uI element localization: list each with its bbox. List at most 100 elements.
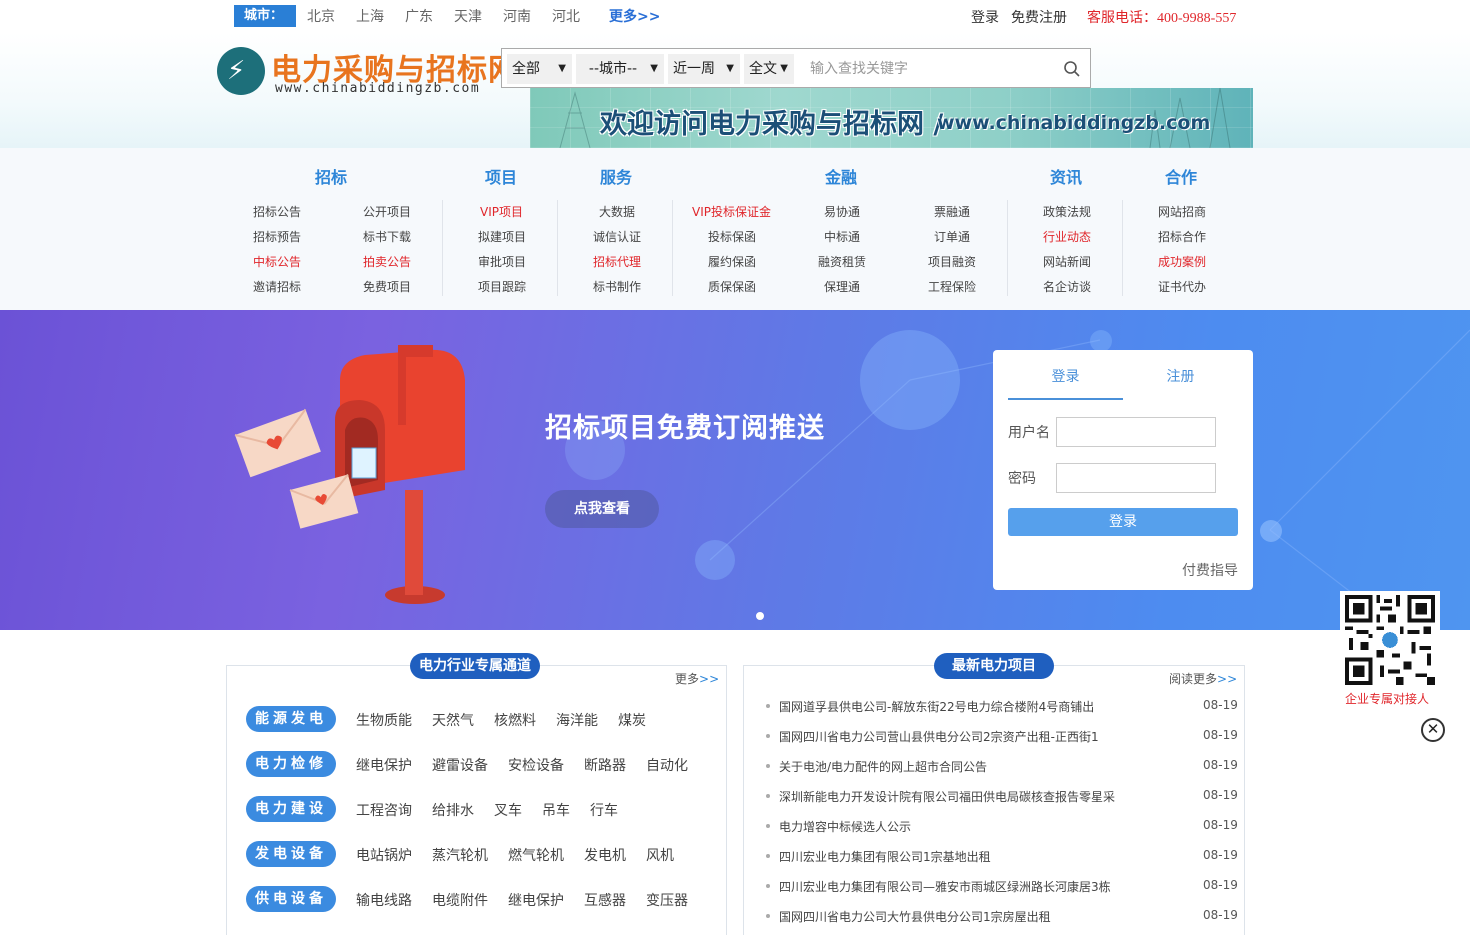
category-item[interactable]: 天然气 (432, 710, 474, 730)
category-item[interactable]: 核燃料 (494, 710, 536, 730)
category-item[interactable]: 断路器 (584, 755, 626, 775)
nav-item[interactable]: 公开项目 (363, 203, 411, 220)
login-link[interactable]: 登录 (971, 7, 999, 27)
nav-item[interactable]: 工程保险 (928, 278, 976, 295)
city-select[interactable]: --城市-- ▼ (576, 54, 664, 84)
nav-head-cooperation[interactable]: 合作 (1165, 164, 1197, 188)
category-item[interactable]: 燃气轮机 (508, 845, 564, 865)
nav-item[interactable]: 招标合作 (1158, 228, 1206, 245)
tab-register[interactable]: 注册 (1123, 368, 1238, 400)
industry-more-link[interactable]: 更多>> (675, 670, 719, 687)
nav-head-bidding[interactable]: 招标 (315, 164, 347, 188)
nav-item[interactable]: 票融通 (934, 203, 970, 220)
site-logo[interactable]: ⚡ 电力采购与招标网 www.chinabiddingzb.com (217, 47, 518, 99)
category-item[interactable]: 避雷设备 (432, 755, 488, 775)
category-maintenance[interactable]: 电力检修 (246, 751, 336, 777)
category-item[interactable]: 叉车 (494, 800, 522, 820)
nav-item[interactable]: VIP投标保证金 (692, 203, 771, 220)
search-icon[interactable] (1062, 59, 1082, 79)
nav-item[interactable]: 免费项目 (363, 278, 411, 295)
category-generation-equipment[interactable]: 发电设备 (246, 841, 336, 867)
nav-item[interactable]: 成功案例 (1158, 253, 1206, 270)
category-item[interactable]: 煤炭 (618, 710, 646, 730)
nav-item[interactable]: 投标保函 (708, 228, 756, 245)
city-link-guangdong[interactable]: 广东 (405, 6, 433, 26)
nav-head-finance[interactable]: 金融 (825, 164, 857, 188)
category-item[interactable]: 自动化 (646, 755, 688, 775)
nav-item[interactable]: 审批项目 (478, 253, 526, 270)
category-item[interactable]: 吊车 (542, 800, 570, 820)
nav-item[interactable]: 诚信认证 (593, 228, 641, 245)
period-select[interactable]: 近一周 ▼ (668, 54, 740, 84)
search-input[interactable] (798, 54, 1048, 84)
nav-item[interactable]: 融资租赁 (818, 253, 866, 270)
nav-item[interactable]: 质保保函 (708, 278, 756, 295)
nav-item[interactable]: 招标公告 (253, 203, 301, 220)
nav-item[interactable]: 招标代理 (593, 253, 641, 270)
category-energy[interactable]: 能源发电 (246, 706, 336, 732)
password-field[interactable] (1056, 463, 1216, 493)
login-button[interactable]: 登录 (1008, 508, 1238, 536)
nav-item[interactable]: 标书制作 (593, 278, 641, 295)
category-item[interactable]: 输电线路 (356, 890, 412, 910)
nav-item[interactable]: 大数据 (599, 203, 635, 220)
city-link-hebei[interactable]: 河北 (552, 6, 580, 26)
nav-item[interactable]: VIP项目 (480, 203, 523, 220)
category-item[interactable]: 变压器 (646, 890, 688, 910)
more-cities-link[interactable]: 更多>> (609, 6, 660, 26)
city-link-tianjin[interactable]: 天津 (454, 6, 482, 26)
category-item[interactable]: 安检设备 (508, 755, 564, 775)
pay-guide-link[interactable]: 付费指导 (1182, 560, 1238, 580)
nav-item[interactable]: 网站招商 (1158, 203, 1206, 220)
nav-item[interactable]: 政策法规 (1043, 203, 1091, 220)
project-link[interactable]: 国网道孚县供电公司-解放东街22号电力综合楼附4号商铺出 (779, 698, 1094, 715)
nav-item[interactable]: 行业动态 (1043, 228, 1091, 245)
username-field[interactable] (1056, 417, 1216, 447)
nav-item[interactable]: 中标通 (824, 228, 860, 245)
register-link[interactable]: 免费注册 (1011, 7, 1067, 27)
nav-item[interactable]: 项目跟踪 (478, 278, 526, 295)
category-item[interactable]: 蒸汽轮机 (432, 845, 488, 865)
category-item[interactable]: 生物质能 (356, 710, 412, 730)
nav-item[interactable]: 名企访谈 (1043, 278, 1091, 295)
nav-item[interactable]: 拟建项目 (478, 228, 526, 245)
nav-head-services[interactable]: 服务 (600, 164, 632, 188)
project-link[interactable]: 关于电池/电力配件的网上超市合同公告 (779, 758, 987, 775)
project-link[interactable]: 国网四川省电力公司大竹县供电分公司1宗房屋出租 (779, 908, 1051, 925)
category-item[interactable]: 电站锅炉 (356, 845, 412, 865)
nav-item[interactable]: 订单通 (934, 228, 970, 245)
city-link-henan[interactable]: 河南 (503, 6, 531, 26)
category-item[interactable]: 继电保护 (508, 890, 564, 910)
category-item[interactable]: 继电保护 (356, 755, 412, 775)
nav-item[interactable]: 证书代办 (1158, 278, 1206, 295)
category-item[interactable]: 工程咨询 (356, 800, 412, 820)
nav-head-news[interactable]: 资讯 (1050, 164, 1082, 188)
nav-item[interactable]: 易协通 (824, 203, 860, 220)
project-link[interactable]: 国网四川省电力公司营山县供电分公司2宗资产出租-正西街1 (779, 728, 1099, 745)
category-item[interactable]: 发电机 (584, 845, 626, 865)
read-more-link[interactable]: 阅读更多>> (1169, 670, 1237, 687)
nav-item[interactable]: 拍卖公告 (363, 253, 411, 270)
nav-item[interactable]: 邀请招标 (253, 278, 301, 295)
nav-item[interactable]: 中标公告 (253, 253, 301, 270)
nav-head-projects[interactable]: 项目 (485, 164, 517, 188)
nav-item[interactable]: 网站新闻 (1043, 253, 1091, 270)
category-item[interactable]: 行车 (590, 800, 618, 820)
nav-item[interactable]: 履约保函 (708, 253, 756, 270)
tab-login[interactable]: 登录 (1008, 368, 1123, 400)
nav-item[interactable]: 招标预告 (253, 228, 301, 245)
nav-item[interactable]: 保理通 (824, 278, 860, 295)
project-link[interactable]: 电力增容中标候选人公示 (779, 818, 911, 835)
category-item[interactable]: 电缆附件 (432, 890, 488, 910)
carousel-dot[interactable] (756, 612, 764, 620)
category-item[interactable]: 互感器 (584, 890, 626, 910)
category-item[interactable]: 给排水 (432, 800, 474, 820)
city-link-shanghai[interactable]: 上海 (356, 6, 384, 26)
project-link[interactable]: 深圳新能电力开发设计院有限公司福田供电局碳核查报告零星采 (779, 788, 1115, 805)
welcome-banner[interactable]: 欢迎访问电力采购与招标网 / www.chinabiddingzb.com (530, 88, 1253, 148)
category-item[interactable]: 海洋能 (556, 710, 598, 730)
close-icon[interactable]: ✕ (1421, 718, 1445, 742)
view-button[interactable]: 点我查看 (545, 490, 659, 528)
category-item[interactable]: 风机 (646, 845, 674, 865)
project-link[interactable]: 四川宏业电力集团有限公司1宗基地出租 (779, 848, 991, 865)
